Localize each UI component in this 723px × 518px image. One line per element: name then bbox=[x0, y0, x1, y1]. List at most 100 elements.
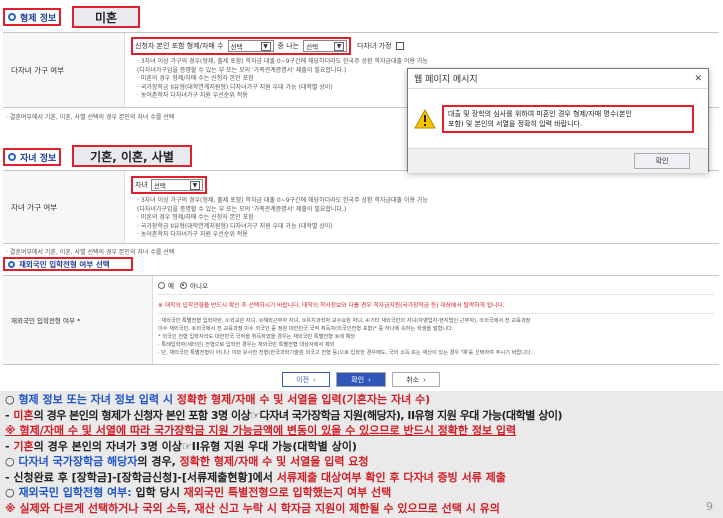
sibling-title-text: 형제 정보 bbox=[20, 13, 57, 24]
children-row-content: 자녀 선택 ▼ · 3자녀 이상 가구의 경우(형제, 출제 포함) 학자금 대… bbox=[125, 171, 719, 243]
prev-button[interactable]: 이전 › bbox=[282, 372, 330, 387]
multi-child-checkbox-label: 다자녀 가정 bbox=[357, 42, 392, 50]
explanation-line: - 신청완료 후 [장학금]-[장학금신청]-[서류제출현황]에서 서류제출 대… bbox=[5, 470, 718, 486]
sibling-field-line: 신청자 본인 포함 형제/자매 수 선택 ▼ 중 나는 선택 ▼ 다자녀 가정 bbox=[131, 37, 713, 55]
children-note: · 결혼여부에서 기혼, 이혼, 사별 선택의 경우 본인의 자녀 수를 선택 bbox=[6, 249, 175, 256]
explanation-text: 정확한 형제/자매 수 및 서열을 입력(기혼자는 자녀 수) bbox=[172, 393, 431, 406]
explanation-text: ※ 형제/자매 수 및 서열에 따라 국가장학금 지원 가능금액에 변동이 있을… bbox=[5, 424, 517, 437]
chevron-down-icon: ▼ bbox=[189, 180, 200, 190]
close-icon[interactable]: ✕ bbox=[694, 74, 702, 84]
radio-yes[interactable] bbox=[158, 281, 165, 289]
explanation-text: 미혼 bbox=[13, 408, 34, 422]
dialog-titlebar: 웹 페이지 메시지 ✕ bbox=[408, 69, 708, 88]
overseas-bullet: · 특례입학자(새터민) 전형으로 입학한 경우는 재외국민 특별전형 대상자에… bbox=[158, 342, 335, 348]
children-row-label: 자녀 가구 여부 bbox=[3, 171, 125, 243]
radio-no-label: 아니오 bbox=[189, 282, 208, 290]
dialog-ok-button[interactable]: 확인 bbox=[634, 153, 690, 169]
sibling-callout: 미혼 bbox=[72, 6, 140, 28]
children-row: 자녀 가구 여부 자녀 선택 ▼ · 3자녀 이상 가구의 경우(형제, 출제 … bbox=[3, 170, 719, 244]
explanation-line: ※ 형제/자매 수 및 서열에 따라 국가장학금 지원 가능금액에 변동이 있을… bbox=[5, 423, 718, 439]
explanation-text: ○ bbox=[5, 486, 19, 499]
overseas-bullets: · 재외국민 특별전형 입학자란, ①외교관 자녀, ②해외근무자 자녀, ③유… bbox=[158, 317, 714, 357]
overseas-warning: ※ 대학의 입학전형을 반드시 확인 후 선택하시기 바랍니다. 대학의 학사정… bbox=[158, 300, 714, 314]
dialog-ok-label: 확인 bbox=[655, 157, 669, 165]
chevron-down-icon: ▼ bbox=[334, 41, 345, 51]
overseas-bullet: 이수 재외국민, ⑥외국에서 전 교육과정 이수 외국인 중 정원 대한민국 국… bbox=[158, 326, 454, 332]
explanation-text: 의 경우 본인의 형제가 신청자 본인 포함 3명 이상☞다자녀 국가장학금 지… bbox=[33, 408, 563, 422]
children-count-value: 선택 bbox=[153, 182, 166, 190]
sibling-order-select[interactable]: 선택 ▼ bbox=[303, 40, 348, 52]
explanation-text: 의 경우 본인의 자녀가 3명 이상☞II유형 지원 우대 가능(대학별 상이) bbox=[33, 439, 357, 453]
multi-child-checkbox[interactable] bbox=[395, 42, 404, 50]
explanation-text: 재외국민 입학전형 여부: bbox=[18, 486, 132, 499]
chevron-down-icon: ▼ bbox=[260, 41, 271, 51]
page-number: 9 bbox=[706, 500, 713, 513]
overseas-bullet: · 단, 재외국민 특별전형이 아니나 이와 유사한 전형(한국과학기술원 외국… bbox=[158, 350, 533, 356]
sibling-count-value: 선택 bbox=[230, 43, 243, 51]
sibling-field-prefix: 신청자 본인 포함 형제/자매 수 bbox=[135, 42, 224, 50]
children-bullet: · 미혼의 경우 형제/자매 수는 신청자 본인 포함 bbox=[137, 214, 254, 221]
explanation-line: ○ 다자녀 국가장학금 해당자의 경우, 정확한 형제/자매 수 및 서열을 입… bbox=[5, 454, 718, 470]
section-bullet-icon bbox=[8, 13, 16, 21]
sibling-order-value: 선택 bbox=[306, 43, 319, 51]
warning-icon bbox=[414, 108, 436, 128]
sibling-mid-text: 중 나는 bbox=[277, 42, 300, 50]
section-bullet-icon bbox=[8, 260, 15, 268]
children-bullets: · 3자녀 이상 가구의 경우(형제, 출제 포함) 학자금 대출 0~9구간에… bbox=[137, 197, 713, 240]
children-count-select[interactable]: 선택 ▼ bbox=[150, 179, 203, 191]
sibling-row-label: 다자녀 가구 여부 bbox=[3, 33, 125, 107]
sibling-callout-text: 미혼 bbox=[94, 10, 118, 25]
next-button[interactable]: 확인 › bbox=[336, 372, 386, 387]
explanation-text: ○ bbox=[5, 455, 19, 468]
next-button-label: 확인 bbox=[351, 375, 365, 384]
sibling-count-select[interactable]: 선택 ▼ bbox=[227, 40, 274, 52]
web-page-message-dialog: 웹 페이지 메시지 ✕ 대출 및 장학의 심사를 위하여 미혼인 경우 형제/자… bbox=[407, 68, 709, 173]
radio-yes-label: 예 bbox=[168, 282, 174, 290]
children-callout-text: 기혼, 이혼, 사별 bbox=[90, 149, 174, 164]
section-bullet-icon bbox=[8, 153, 16, 161]
explanation-text: 기혼 bbox=[13, 439, 34, 453]
explanation-text: - 신청완료 후 [장학금]-[장학금신청]-[서류제출현황]에서 bbox=[5, 470, 277, 484]
overseas-bullet: · 재외국민 특별전형 입학자란, ①외교관 자녀, ②해외근무자 자녀, ③유… bbox=[158, 318, 531, 324]
explanation-text: 입학 당시 bbox=[131, 486, 184, 499]
dialog-message-box: 대출 및 장학의 심사를 위하여 미혼인 경우 형제/자매 명수(본인 포함) … bbox=[442, 104, 694, 133]
explanation-text: 재외국민 특별전형으로 입학했는지 여부 선택 bbox=[183, 486, 392, 499]
explanation-panel: ○ 형제 정보 또는 자녀 정보 입력 시 정확한 형제/자매 수 및 서열을 … bbox=[0, 391, 723, 518]
explanation-line: - 미혼의 경우 본인의 형제가 신청자 본인 포함 3명 이상☞다자녀 국가장… bbox=[5, 408, 718, 424]
overseas-row-label: 재외국민 입학전형 여부 * bbox=[3, 276, 153, 364]
children-bullet: (다자녀가구임을 증명할 수 있는 부 또는 모의 '가족관계증명서' 제출이 … bbox=[137, 205, 347, 213]
dialog-message-line: 포함) 및 본인의 서열을 정확히 입력 바랍니다. bbox=[448, 119, 583, 128]
children-field-box: 자녀 선택 ▼ bbox=[131, 176, 207, 194]
dialog-body: 대출 및 장학의 심사를 위하여 미혼인 경우 형제/자매 명수(본인 포함) … bbox=[408, 88, 708, 148]
cancel-button-label: 취소 bbox=[406, 375, 420, 384]
explanation-line: - 기혼의 경우 본인의 자녀가 3명 이상☞II유형 지원 우대 가능(대학별… bbox=[5, 439, 718, 455]
explanation-text: 정확한 형제/자매 수 및 서열을 입력 요청 bbox=[179, 455, 369, 468]
overseas-row: 재외국민 입학전형 여부 * 예 아니오 ※ 대학의 입학전형을 반드시 확인 … bbox=[3, 275, 719, 365]
dialog-footer: 확인 bbox=[408, 148, 708, 173]
explanation-text: ※ 실제와 다르게 선택하거나 국외 소득, 재산 신고 누락 시 학자금 지원… bbox=[5, 501, 500, 515]
children-section-title: 자녀 정보 bbox=[3, 148, 61, 166]
overseas-section-title: 재외국민 입학전형 여부 선택 bbox=[3, 257, 133, 271]
children-bullet: · 국가장학금 II유형(대학연계지원형) 다자녀가구 지원 우대 가능 (대학… bbox=[137, 222, 333, 230]
explanation-line: ○ 형제 정보 또는 자녀 정보 입력 시 정확한 형제/자매 수 및 서열을 … bbox=[5, 392, 718, 408]
overseas-bullet: * 외국인 전형 입학자라도 대한민국 국적을 취득하였을 경우는 재외국민 특… bbox=[158, 334, 356, 340]
explanation-text: 서류제출 대상여부 확인 후 다자녀 증빙 서류 제출 bbox=[276, 470, 506, 484]
sibling-note: · 결혼여부에서 기혼, 이혼, 사별 선택의 경우 본인의 자녀 수를 선택 bbox=[6, 114, 175, 121]
chevron-right-icon: › bbox=[368, 375, 371, 384]
children-field-prefix: 자녀 bbox=[135, 181, 148, 189]
children-bullet: · 농어촌학자 다자녀가구 지원 우선순위 적용 bbox=[137, 231, 248, 238]
explanation-line: ※ 실제와 다르게 선택하거나 국외 소득, 재산 신고 누락 시 학자금 지원… bbox=[5, 501, 718, 517]
explanation-line: ○ 재외국민 입학전형 여부: 입학 당시 재외국민 특별전형으로 입학했는지 … bbox=[5, 485, 718, 501]
radio-no[interactable] bbox=[179, 281, 187, 289]
dialog-title: 웹 페이지 메시지 bbox=[414, 75, 478, 85]
explanation-text: 다자녀 국가장학금 해당자 bbox=[18, 455, 138, 468]
overseas-radio-group: 예 아니오 bbox=[158, 280, 714, 295]
cancel-button[interactable]: 취소 › bbox=[392, 372, 440, 387]
children-callout: 기혼, 이혼, 사별 bbox=[72, 145, 192, 167]
sibling-section-title: 형제 정보 bbox=[3, 8, 61, 26]
overseas-row-content: 예 아니오 ※ 대학의 입학전형을 반드시 확인 후 선택하시기 바랍니다. 대… bbox=[153, 276, 719, 364]
children-bullet: · 3자녀 이상 가구의 경우(형제, 출제 포함) 학자금 대출 0~9구간에… bbox=[137, 197, 428, 204]
chevron-right-icon: › bbox=[423, 375, 426, 384]
dialog-message-line: 대출 및 장학의 심사를 위하여 미혼인 경우 형제/자매 명수(본인 bbox=[448, 109, 632, 118]
chevron-right-icon: › bbox=[313, 375, 316, 384]
